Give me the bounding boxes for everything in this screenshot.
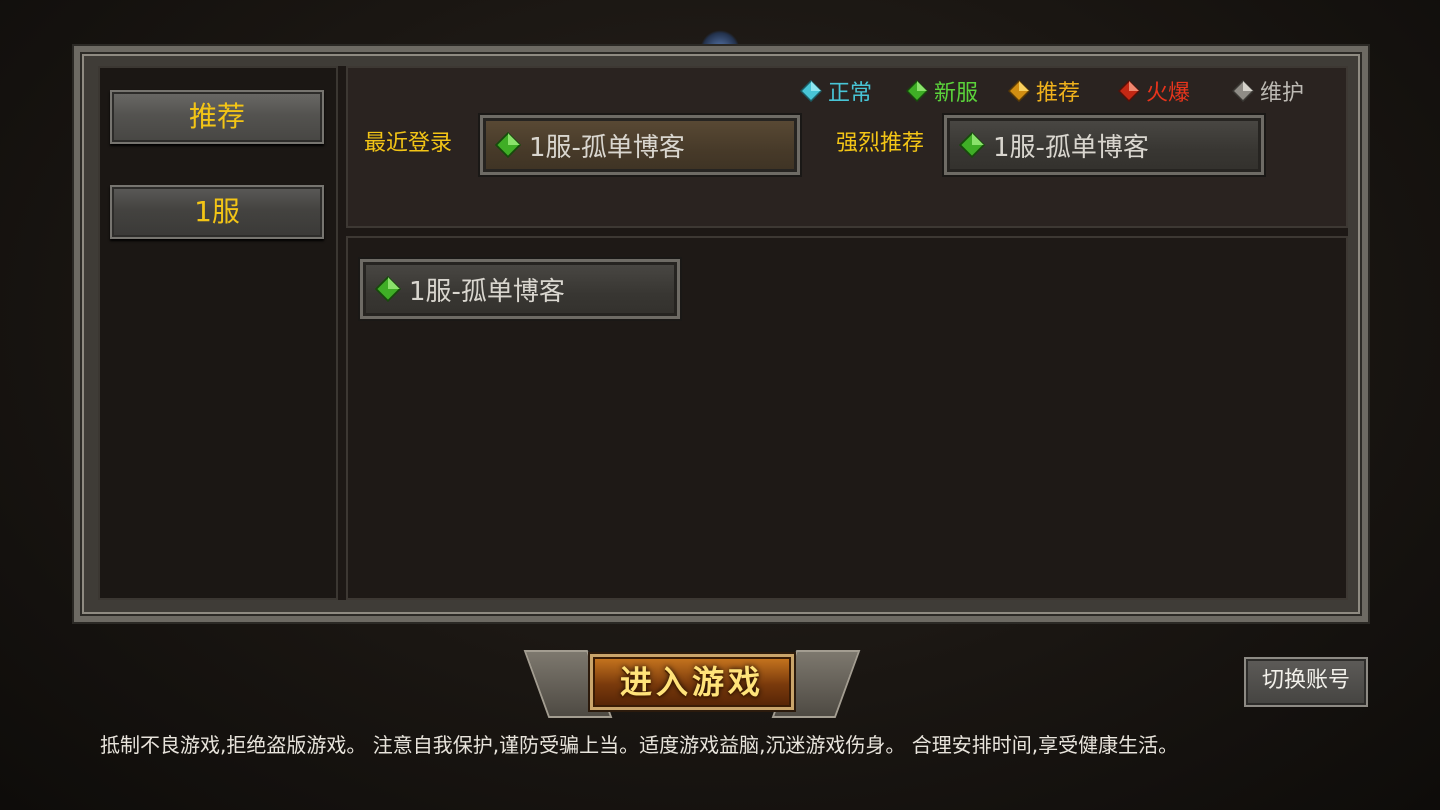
tab-server-1[interactable]: 1服 — [110, 185, 324, 239]
recommend-server-button[interactable]: 1服-孤单博客 — [944, 115, 1264, 175]
legend-label: 维护 — [1260, 81, 1305, 106]
legend-recommend: 推荐 — [1008, 74, 1080, 108]
health-notice: 抵制不良游戏,拒绝盗版游戏。 注意自我保护,谨防受骗上当。适度游戏益脑,沉迷游戏… — [100, 733, 1179, 757]
gem-yellow-icon — [1008, 80, 1030, 102]
legend-new: 新服 — [906, 74, 978, 108]
legend-maintenance: 维护 — [1232, 74, 1304, 108]
gem-green-icon — [959, 132, 985, 158]
gem-gray-icon — [1232, 80, 1254, 102]
enter-game-button[interactable]: 进入游戏 — [523, 644, 861, 720]
gem-red-icon — [1118, 80, 1140, 102]
legend-label: 火爆 — [1146, 81, 1191, 106]
gem-green-icon — [375, 276, 401, 302]
legend-hot: 火爆 — [1118, 74, 1190, 108]
gem-green-icon — [906, 80, 928, 102]
legend-normal: 正常 — [800, 74, 872, 108]
recent-server-button[interactable]: 1服-孤单博客 — [480, 115, 800, 175]
legend-label: 推荐 — [1036, 81, 1081, 106]
switch-account-button[interactable]: 切换账号 — [1244, 657, 1368, 707]
sidebar-panel — [98, 66, 338, 600]
recent-login-label: 最近登录 — [364, 131, 453, 156]
gem-green-icon — [495, 132, 521, 158]
server-name: 1服-孤单博客 — [529, 132, 685, 163]
legend-label: 正常 — [828, 81, 873, 106]
recommend-label: 强烈推荐 — [836, 131, 925, 156]
server-name: 1服-孤单博客 — [993, 132, 1149, 163]
server-name: 1服-孤单博客 — [409, 276, 565, 307]
legend-label: 新服 — [934, 81, 979, 106]
enter-game-label: 进入游戏 — [590, 654, 794, 710]
server-list-item[interactable]: 1服-孤单博客 — [360, 259, 680, 319]
tab-recommend[interactable]: 推荐 — [110, 90, 324, 144]
gem-cyan-icon — [800, 80, 822, 102]
